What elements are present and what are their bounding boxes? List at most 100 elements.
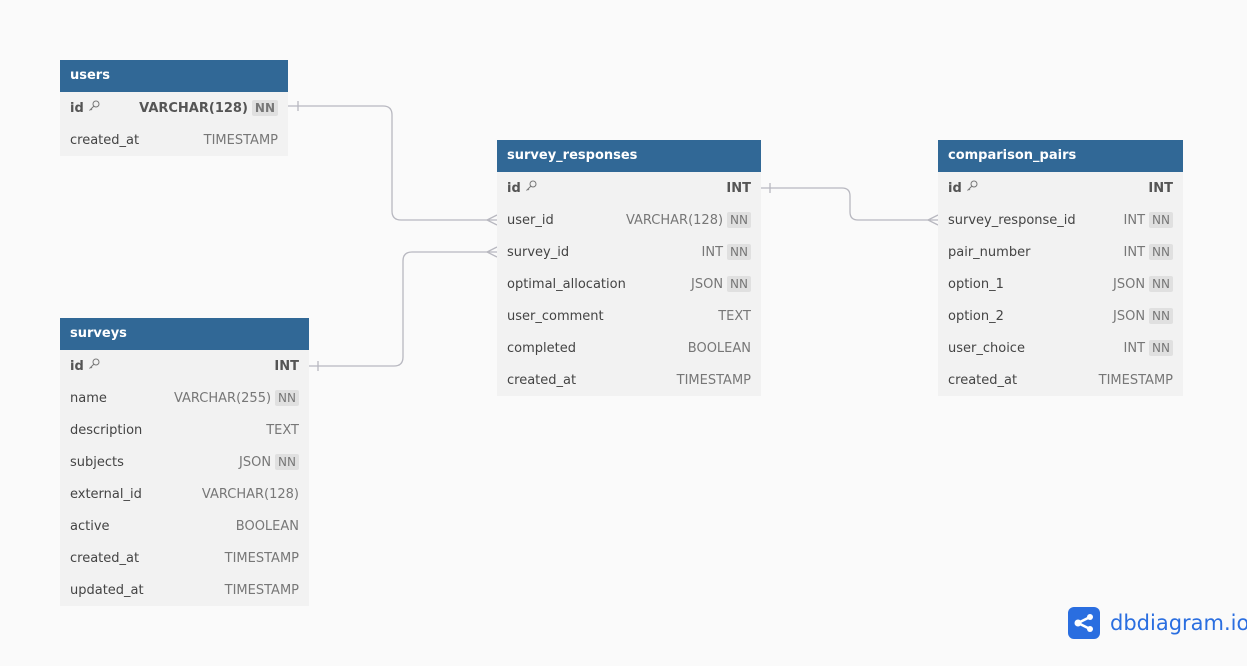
table-header[interactable]: comparison_pairs [938,140,1183,172]
field-type: INT [701,244,724,260]
field-type: INT [1123,244,1146,260]
field-row[interactable]: completed BOOLEAN [497,332,761,364]
field-type: JSON [1113,276,1146,292]
field-name: created_at [507,372,577,388]
field-name: survey_response_id [948,212,1076,228]
field-row[interactable]: id INT [938,172,1183,204]
field-type: TIMESTAMP [203,132,278,148]
field-row[interactable]: updated_at TIMESTAMP [60,574,309,606]
key-icon [525,180,537,196]
field-name: option_1 [948,276,1004,292]
field-row[interactable]: external_id VARCHAR(128) [60,478,309,510]
field-name: user_choice [948,340,1025,356]
field-row[interactable]: active BOOLEAN [60,510,309,542]
link-survey-responses-comparison-pairs [761,187,938,221]
share-icon [1068,607,1100,639]
field-name: name [70,390,107,406]
field-row[interactable]: survey_id INT NN [497,236,761,268]
key-icon [88,100,100,116]
field-type: TIMESTAMP [224,582,299,598]
table-surveys[interactable]: surveys id INT name VARCHAR(255) NN descr… [60,318,309,606]
field-name: id [948,180,962,196]
table-survey-responses[interactable]: survey_responses id INT user_id VARCHAR(… [497,140,761,396]
field-name: id [70,100,84,116]
field-row[interactable]: user_choice INT NN [938,332,1183,364]
field-row[interactable]: user_id VARCHAR(128) NN [497,204,761,236]
field-type: VARCHAR(128) [201,486,299,502]
not-null-badge: NN [727,276,751,292]
field-row[interactable]: created_at TIMESTAMP [938,364,1183,396]
field-row[interactable]: created_at TIMESTAMP [60,124,288,156]
field-type: BOOLEAN [687,340,751,356]
field-name: pair_number [948,244,1031,260]
field-name: user_id [507,212,554,228]
field-name: created_at [948,372,1018,388]
field-type: VARCHAR(128) [625,212,724,228]
not-null-badge: NN [275,390,299,406]
field-name: created_at [70,550,140,566]
table-header[interactable]: survey_responses [497,140,761,172]
not-null-badge: NN [1149,276,1173,292]
field-type: JSON [691,276,724,292]
field-row[interactable]: name VARCHAR(255) NN [60,382,309,414]
field-row[interactable]: created_at TIMESTAMP [497,364,761,396]
brand-logo[interactable]: dbdiagram.io [1068,607,1247,639]
not-null-badge: NN [727,244,751,260]
field-type: JSON [1113,308,1146,324]
not-null-badge: NN [1149,244,1173,260]
field-type: INT [274,358,299,374]
table-header[interactable]: surveys [60,318,309,350]
field-type: TIMESTAMP [224,550,299,566]
field-name: id [70,358,84,374]
field-name: subjects [70,454,124,470]
table-comparison-pairs[interactable]: comparison_pairs id INT survey_response_… [938,140,1183,396]
key-icon [88,358,100,374]
field-row[interactable]: pair_number INT NN [938,236,1183,268]
not-null-badge: NN [1149,340,1173,356]
field-type: INT [1123,212,1146,228]
field-row[interactable]: option_2 JSON NN [938,300,1183,332]
field-type: INT [1148,180,1173,196]
field-row[interactable]: optimal_allocation JSON NN [497,268,761,300]
field-row[interactable]: option_1 JSON NN [938,268,1183,300]
not-null-badge: NN [1149,308,1173,324]
field-type: JSON [239,454,272,470]
field-name: external_id [70,486,142,502]
field-row[interactable]: created_at TIMESTAMP [60,542,309,574]
not-null-badge: NN [1149,212,1173,228]
field-type: VARCHAR(255) [173,390,272,406]
brand-text: dbdiagram.io [1110,611,1247,635]
field-type: TEXT [718,308,751,324]
field-row[interactable]: id INT [497,172,761,204]
field-type: VARCHAR(128) [139,100,248,116]
field-row[interactable]: subjects JSON NN [60,446,309,478]
field-row[interactable]: survey_response_id INT NN [938,204,1183,236]
not-null-badge: NN [727,212,751,228]
link-users-survey-responses [288,105,497,221]
table-header[interactable]: users [60,60,288,92]
field-type: INT [726,180,751,196]
field-row[interactable]: description TEXT [60,414,309,446]
field-name: survey_id [507,244,570,260]
not-null-badge: NN [275,454,299,470]
field-row[interactable]: id VARCHAR(128) NN [60,92,288,124]
field-name: optimal_allocation [507,276,626,292]
field-type: TIMESTAMP [676,372,751,388]
field-name: completed [507,340,576,356]
field-type: TEXT [266,422,299,438]
field-name: user_comment [507,308,604,324]
field-name: option_2 [948,308,1004,324]
field-type: BOOLEAN [235,518,299,534]
field-name: id [507,180,521,196]
not-null-badge: NN [251,100,278,116]
field-row[interactable]: id INT [60,350,309,382]
field-name: created_at [70,132,140,148]
link-surveys-survey-responses [309,251,497,367]
field-row[interactable]: user_comment TEXT [497,300,761,332]
table-users[interactable]: users id VARCHAR(128) NN created_at TIMES… [60,60,288,156]
key-icon [966,180,978,196]
field-name: updated_at [70,582,144,598]
field-name: active [70,518,110,534]
field-name: description [70,422,143,438]
field-type: TIMESTAMP [1098,372,1173,388]
